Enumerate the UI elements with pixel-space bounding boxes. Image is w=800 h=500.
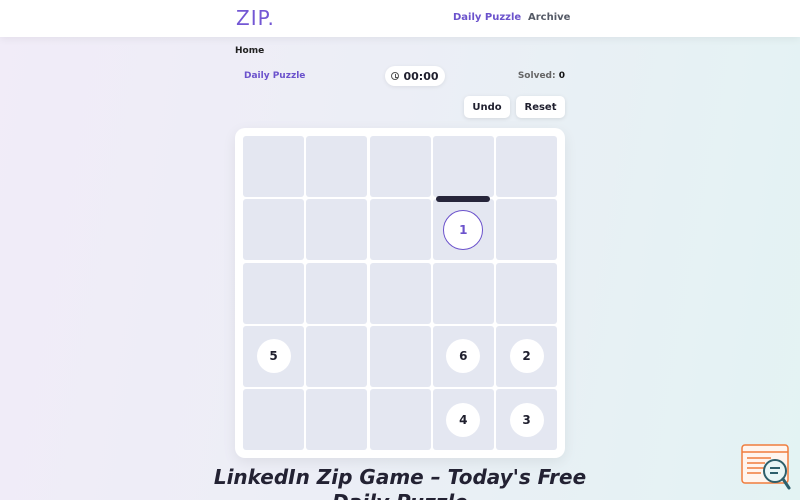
number-marker-5: 5 bbox=[256, 339, 291, 374]
grid-cell-r4c3[interactable] bbox=[369, 325, 431, 387]
grid-cell-r4c2[interactable] bbox=[306, 325, 368, 387]
grid-cell-r4c5[interactable]: 2 bbox=[496, 325, 557, 387]
number-marker-2: 2 bbox=[509, 339, 544, 374]
grid-cell-r5c3[interactable] bbox=[369, 389, 431, 450]
grid-cell-r4c4[interactable]: 6 bbox=[432, 325, 494, 387]
solved-count: 0 bbox=[558, 71, 565, 81]
logo[interactable]: ZIP. bbox=[236, 6, 275, 30]
grid-cell-r3c5[interactable] bbox=[496, 262, 557, 324]
timer-value: 00:00 bbox=[403, 69, 439, 83]
grid-cell-r2c5[interactable] bbox=[496, 199, 557, 261]
grid-cell-r1c3[interactable] bbox=[369, 136, 431, 197]
breadcrumb-home[interactable]: Home bbox=[235, 46, 264, 56]
reset-button[interactable]: Reset bbox=[516, 96, 565, 118]
grid-cell-r1c2[interactable] bbox=[306, 136, 368, 197]
grid-cell-r3c2[interactable] bbox=[306, 262, 368, 324]
grid-cell-r2c3[interactable] bbox=[369, 199, 431, 261]
number-marker-3: 3 bbox=[509, 402, 544, 437]
search-widget-icon[interactable] bbox=[741, 444, 791, 490]
timer: 00:00 bbox=[385, 66, 445, 86]
nav-archive[interactable]: Archive bbox=[528, 12, 570, 23]
grid-cell-r3c4[interactable] bbox=[432, 262, 494, 324]
grid-cell-r5c5[interactable]: 3 bbox=[496, 389, 557, 450]
wall-barrier bbox=[436, 196, 490, 202]
grid-cell-r2c4[interactable]: 1 bbox=[432, 199, 494, 261]
grid-cell-r3c3[interactable] bbox=[369, 262, 431, 324]
grid-cell-r5c1[interactable] bbox=[243, 389, 304, 450]
page-headline: LinkedIn Zip Game – Today's Free Daily P… bbox=[213, 465, 587, 500]
grid-cell-r5c4[interactable]: 4 bbox=[432, 389, 494, 450]
puzzle-grid: 1 5 6 2 4 3 bbox=[243, 136, 557, 450]
number-marker-6: 6 bbox=[446, 339, 481, 374]
nav-daily-puzzle[interactable]: Daily Puzzle bbox=[453, 12, 521, 23]
clock-icon bbox=[391, 72, 400, 80]
undo-button[interactable]: Undo bbox=[464, 96, 510, 118]
grid-cell-r2c1[interactable] bbox=[243, 199, 304, 261]
grid-cell-r4c1[interactable]: 5 bbox=[243, 325, 304, 387]
solved-label: Solved: bbox=[517, 71, 556, 81]
grid-cell-r2c2[interactable] bbox=[306, 199, 368, 261]
top-navigation-bar: ZIP. Daily Puzzle Archive bbox=[0, 0, 800, 37]
puzzle-label: Daily Puzzle bbox=[244, 71, 306, 81]
number-marker-1: 1 bbox=[443, 209, 484, 250]
grid-cell-r5c2[interactable] bbox=[306, 389, 368, 450]
puzzle-board: 1 5 6 2 4 3 bbox=[235, 128, 565, 458]
solved-counter: Solved: 0 bbox=[518, 71, 565, 81]
number-marker-4: 4 bbox=[446, 402, 481, 437]
grid-cell-r3c1[interactable] bbox=[243, 262, 304, 324]
grid-cell-r1c5[interactable] bbox=[496, 136, 557, 197]
grid-cell-r1c1[interactable] bbox=[243, 136, 304, 197]
grid-cell-r1c4[interactable] bbox=[432, 136, 494, 197]
